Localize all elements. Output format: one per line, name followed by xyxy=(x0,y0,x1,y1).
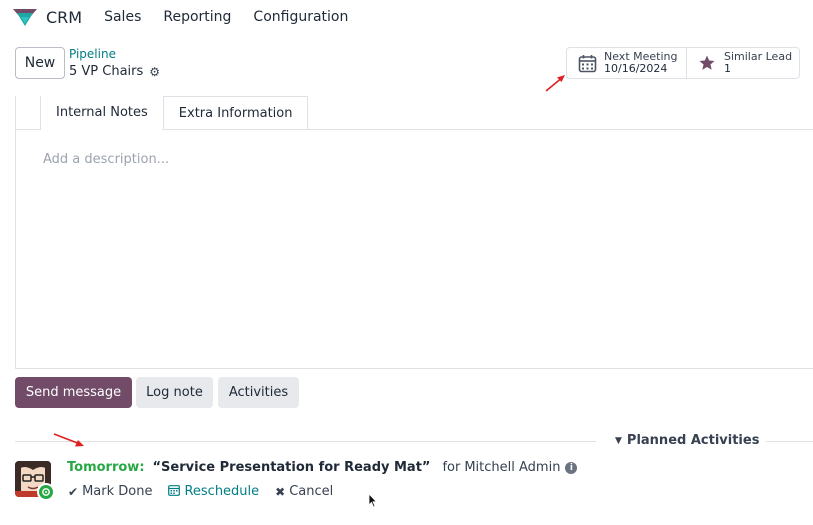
next-meeting-text: Next Meeting 10/16/2024 xyxy=(604,51,677,75)
similar-lead-button[interactable]: Similar Lead 1 xyxy=(686,47,800,79)
menu-reporting[interactable]: Reporting xyxy=(163,9,231,25)
close-icon: ✖ xyxy=(275,484,286,499)
planned-divider-right xyxy=(766,441,813,442)
activity-assignee: Mitchell Admin xyxy=(464,460,561,475)
new-button[interactable]: New xyxy=(15,47,65,79)
star-icon xyxy=(697,53,717,73)
mark-done-label: Mark Done xyxy=(82,484,153,499)
caret-down-icon: ▼ xyxy=(615,435,622,446)
send-message-button[interactable]: Send message xyxy=(15,377,132,408)
active-tab-gap xyxy=(41,129,162,130)
info-icon[interactable]: i xyxy=(565,461,578,474)
planned-activities-label: Planned Activities xyxy=(626,433,760,448)
check-icon: ✔ xyxy=(68,484,79,499)
planned-activities-toggle[interactable]: ▼ Planned Activities xyxy=(615,433,759,448)
menu-configuration[interactable]: Configuration xyxy=(253,9,348,25)
activity-actions: ✔ Mark Done Reschedule ✖ Cancel xyxy=(68,484,349,499)
similar-lead-count: 1 xyxy=(724,62,731,75)
activity-due: Tomorrow: xyxy=(67,460,145,475)
reschedule-button[interactable]: Reschedule xyxy=(168,484,259,499)
activities-button[interactable]: Activities xyxy=(218,377,299,408)
gear-icon[interactable]: ⚙ xyxy=(149,65,160,79)
log-note-button[interactable]: Log note xyxy=(136,377,213,408)
annotation-arrow-icon xyxy=(545,75,565,92)
record-title: 5 VP Chairs ⚙ xyxy=(69,64,160,79)
activity-line: Tomorrow: “Service Presentation for Read… xyxy=(67,460,578,475)
annotation-arrow-icon xyxy=(53,433,84,447)
calendar-small-icon xyxy=(168,484,181,499)
activity-for-label: for xyxy=(442,460,461,475)
form-sheet xyxy=(15,96,813,369)
calendar-icon xyxy=(577,53,597,73)
menu-sales[interactable]: Sales xyxy=(104,9,141,25)
mouse-cursor-icon xyxy=(368,493,378,508)
activity-summary: “Service Presentation for Ready Mat” xyxy=(152,460,431,475)
cancel-label: Cancel xyxy=(289,484,334,499)
similar-lead-text: Similar Lead 1 xyxy=(724,51,792,75)
record-name-text: 5 VP Chairs xyxy=(69,64,144,79)
top-navbar: CRM Sales Reporting Configuration xyxy=(0,0,813,34)
planned-divider-left xyxy=(15,441,596,442)
notebook-tabs: Internal Notes Extra Information xyxy=(40,96,309,129)
tab-extra-information[interactable]: Extra Information xyxy=(163,96,309,129)
cancel-button[interactable]: ✖ Cancel xyxy=(275,484,333,499)
next-meeting-date: 10/16/2024 xyxy=(604,62,668,75)
app-name[interactable]: CRM xyxy=(46,8,82,27)
crm-logo-icon[interactable] xyxy=(12,7,38,27)
tab-internal-notes[interactable]: Internal Notes xyxy=(40,96,164,129)
breadcrumb-pipeline[interactable]: Pipeline xyxy=(69,47,116,61)
mark-done-button[interactable]: ✔ Mark Done xyxy=(68,484,152,499)
description-input[interactable]: Add a description... xyxy=(43,152,169,167)
similar-lead-label: Similar Lead xyxy=(724,50,793,63)
next-meeting-button[interactable]: Next Meeting 10/16/2024 xyxy=(566,47,687,79)
activity-type-icon xyxy=(37,483,55,501)
reschedule-label: Reschedule xyxy=(184,484,260,499)
